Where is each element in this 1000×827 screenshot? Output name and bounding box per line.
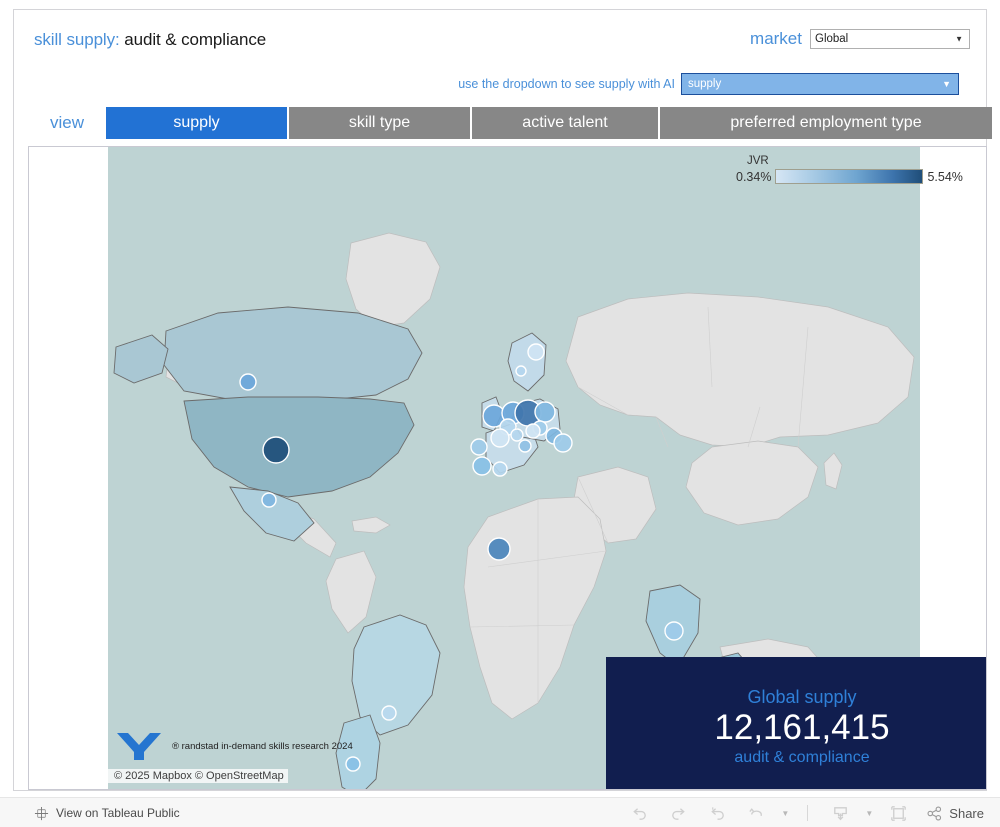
refresh-button[interactable] xyxy=(737,800,775,826)
page-title-main: audit & compliance xyxy=(124,30,267,49)
global-supply-label: Global supply xyxy=(747,686,857,707)
redo-icon xyxy=(671,807,685,820)
undo-button[interactable] xyxy=(620,800,658,826)
map-marker-austria[interactable] xyxy=(525,423,541,439)
global-supply-skill: audit & compliance xyxy=(734,749,870,767)
bottom-toolbar: View on Tableau Public ▼ ▼ Share xyxy=(0,797,1000,827)
undo-icon xyxy=(633,807,646,820)
page-title-prefix: skill supply: xyxy=(34,30,120,49)
map-marker-spain[interactable] xyxy=(472,456,492,476)
randstad-attribution: ® randstad in-demand skills research 202… xyxy=(108,729,398,763)
map-marker-france[interactable] xyxy=(490,428,510,448)
map-copyright: © 2025 Mapbox © OpenStreetMap xyxy=(108,769,288,783)
global-supply-value: 12,161,415 xyxy=(714,707,890,747)
map-marker-norway[interactable] xyxy=(515,365,527,377)
refresh-dropdown-button[interactable]: ▼ xyxy=(776,800,794,826)
ai-supply-label: use the dropdown to see supply with AI xyxy=(458,77,675,91)
view-label: view xyxy=(49,113,84,132)
legend-min-value: 0.34% xyxy=(736,169,772,184)
map-marker-switzerland[interactable] xyxy=(510,428,524,442)
market-select-value: Global xyxy=(815,33,849,45)
view-tab-bar: view supply skill type active talent pre… xyxy=(28,107,998,139)
toolbar-divider xyxy=(807,805,809,821)
tableau-icon xyxy=(34,806,49,820)
map-marker-india[interactable] xyxy=(664,621,684,641)
page-title: skill supply: audit & compliance xyxy=(34,30,266,50)
chevron-down-icon: ▼ xyxy=(942,79,951,89)
dashboard-frame: skill supply: audit & compliance market … xyxy=(13,9,992,791)
legend-max-value: 5.54% xyxy=(927,169,963,184)
map-marker-ireland[interactable] xyxy=(470,438,488,456)
map-marker-united-states[interactable] xyxy=(262,436,290,464)
revert-button[interactable] xyxy=(698,800,736,826)
chevron-down-icon: ▼ xyxy=(955,34,963,44)
map-legend: JVR 0.34% 5.54% xyxy=(736,155,986,184)
toolbar-actions: ▼ ▼ Share xyxy=(620,800,986,826)
download-button[interactable] xyxy=(821,800,859,826)
map-marker-canada[interactable] xyxy=(239,373,257,391)
legend-gradient-bar xyxy=(775,169,924,184)
map-marker-poland[interactable] xyxy=(534,401,556,423)
randstad-copyright: ® randstad in-demand skills research 202… xyxy=(172,740,353,752)
tab-active-talent[interactable]: active talent xyxy=(472,107,658,139)
map-marker-sweden[interactable] xyxy=(527,343,545,361)
map-marker-italy[interactable] xyxy=(518,439,532,453)
chevron-down-icon: ▼ xyxy=(865,808,874,818)
download-dropdown-button[interactable]: ▼ xyxy=(860,800,878,826)
share-label: Share xyxy=(949,805,984,821)
redo-button[interactable] xyxy=(659,800,697,826)
legend-scale: 0.34% 5.54% xyxy=(736,169,986,184)
ai-supply-select-value: supply xyxy=(688,78,722,90)
map-marker-mexico[interactable] xyxy=(261,492,277,508)
share-button[interactable]: Share xyxy=(926,805,984,822)
chevron-down-icon: ▼ xyxy=(781,808,790,818)
market-filter: market Global ▼ xyxy=(750,29,970,49)
map-marker-romania[interactable] xyxy=(553,433,573,453)
dashboard-root: skill supply: audit & compliance market … xyxy=(0,0,1000,827)
tab-supply[interactable]: supply xyxy=(106,107,287,139)
fullscreen-icon xyxy=(890,805,906,821)
revert-icon xyxy=(711,806,724,820)
global-supply-card: Global supply 12,161,415 audit & complia… xyxy=(606,657,986,789)
download-icon xyxy=(833,806,847,820)
refresh-icon xyxy=(749,807,762,816)
market-label: market xyxy=(750,29,802,48)
map-visualization[interactable]: ® randstad in-demand skills research 202… xyxy=(28,146,987,790)
fullscreen-button[interactable] xyxy=(879,800,917,826)
share-icon xyxy=(927,805,942,821)
tab-preferred-employment-type[interactable]: preferred employment type xyxy=(660,107,992,139)
map-marker-gulf-of-guinea[interactable] xyxy=(487,537,511,561)
tableau-link-label: View on Tableau Public xyxy=(56,806,180,820)
ai-supply-select[interactable]: supply ▼ xyxy=(681,73,959,95)
view-on-tableau-public-button[interactable]: View on Tableau Public xyxy=(34,806,180,821)
tab-skill-type[interactable]: skill type xyxy=(289,107,470,139)
ai-supply-row: use the dropdown to see supply with AI s… xyxy=(14,73,986,95)
map-marker-brazil[interactable] xyxy=(381,705,397,721)
randstad-logo-icon xyxy=(117,733,161,760)
legend-title: JVR xyxy=(747,155,769,167)
market-select[interactable]: Global ▼ xyxy=(810,29,970,49)
map-marker-portugal[interactable] xyxy=(492,461,508,477)
